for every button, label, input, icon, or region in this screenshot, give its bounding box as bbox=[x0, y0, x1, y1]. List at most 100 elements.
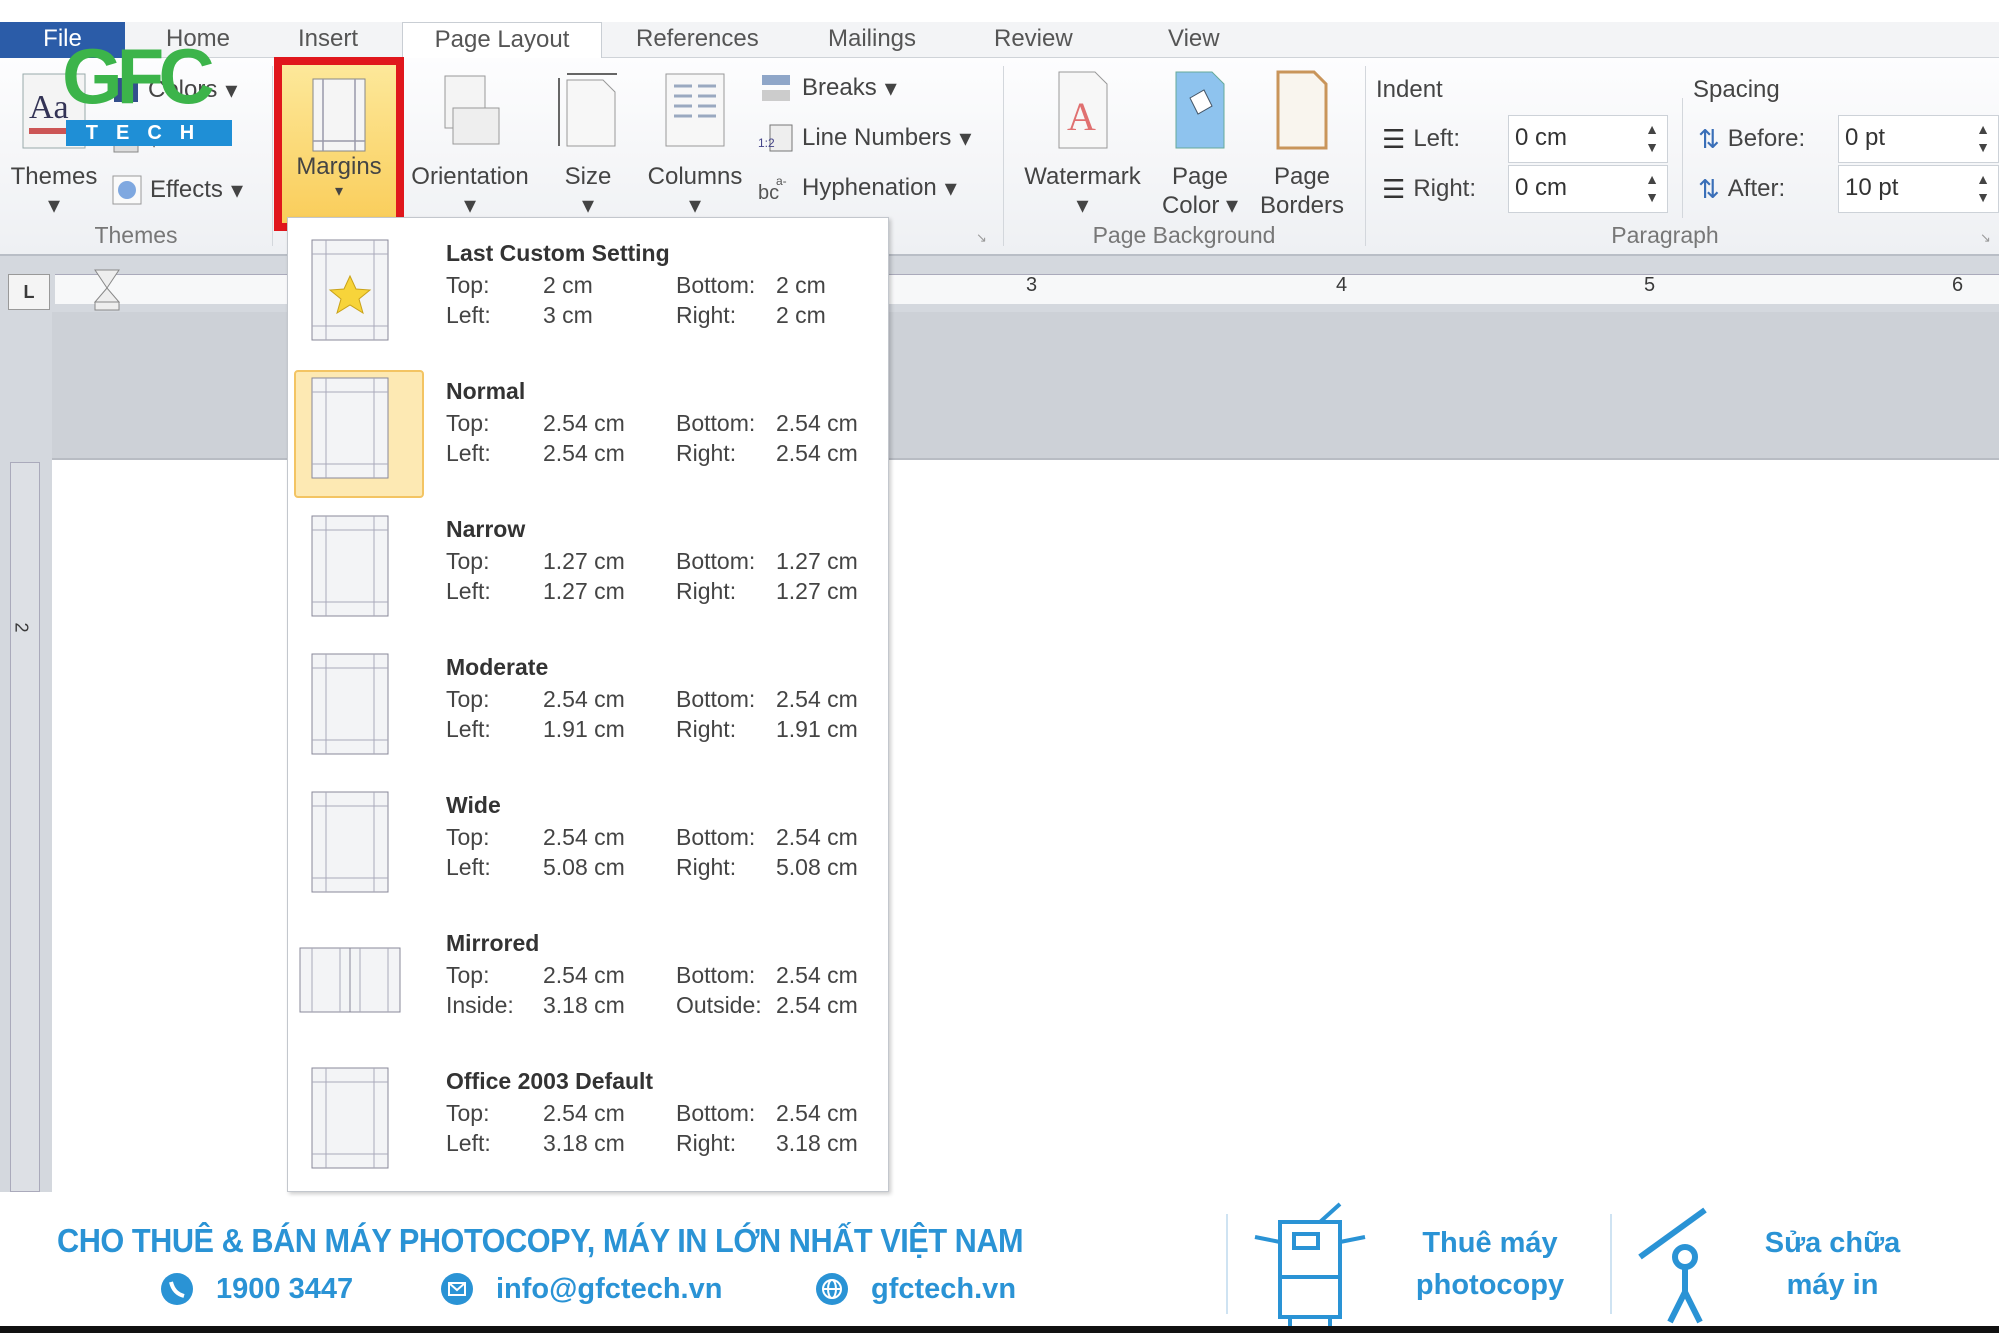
group-divider bbox=[1365, 66, 1366, 246]
option-value: 1.91 cm bbox=[543, 716, 625, 742]
themes-label: Themes bbox=[10, 163, 98, 190]
orientation-icon bbox=[444, 75, 500, 145]
phone-number: 1900 3447 bbox=[216, 1272, 354, 1305]
vertical-ruler-strip bbox=[10, 462, 40, 1192]
paragraph-dialog-launcher-icon[interactable]: ↘ bbox=[1980, 230, 1991, 246]
group-divider bbox=[1003, 66, 1004, 246]
option-value: 1.27 cm bbox=[776, 548, 858, 574]
spinner-arrows-icon[interactable]: ▲ ▼ bbox=[1976, 120, 1990, 156]
tab-page-layout[interactable]: Page Layout bbox=[402, 22, 602, 59]
option-value: 2.54 cm bbox=[776, 1100, 858, 1126]
hyphenation-button[interactable]: bc a- Hyphenation ▾ bbox=[758, 170, 957, 206]
spacing-after-input[interactable]: 10 pt ▲ ▼ bbox=[1838, 165, 1999, 213]
option-label: Top: bbox=[446, 1100, 490, 1126]
tab-references[interactable]: References bbox=[628, 22, 767, 58]
spinner-arrows-icon[interactable]: ▲ ▼ bbox=[1645, 120, 1659, 156]
indent-right-value: 0 cm bbox=[1515, 174, 1568, 201]
breaks-button[interactable]: Breaks ▾ bbox=[758, 70, 897, 106]
option-value: 1.91 cm bbox=[776, 716, 858, 742]
option-value: 2.54 cm bbox=[543, 440, 625, 466]
margin-option-moderate[interactable]: Moderate Top: 2.54 cm Bottom: 2.54 cm Le… bbox=[288, 642, 888, 780]
option-label: Left: bbox=[446, 302, 491, 328]
margins-icon bbox=[312, 78, 366, 152]
watermark-label: Watermark bbox=[1024, 163, 1141, 190]
margin-option-last-custom-setting[interactable]: Last Custom Setting Top: 2 cm Bottom: 2 … bbox=[288, 228, 888, 366]
vertical-ruler[interactable]: 2 bbox=[0, 312, 52, 1192]
option-label: Bottom: bbox=[676, 962, 756, 988]
page-color-label: Page bbox=[1171, 163, 1229, 190]
email-contact[interactable]: info@gfctech.vn bbox=[440, 1272, 722, 1306]
service2-line1: Sửa chữa bbox=[1764, 1227, 1901, 1259]
margins-label: Margins bbox=[296, 153, 382, 180]
hyphenation-label: Hyphenation bbox=[802, 174, 937, 201]
ruler-number: 6 bbox=[1952, 274, 1964, 296]
service1-line2: photocopy bbox=[1415, 1269, 1565, 1301]
page-borders-button[interactable]: Page Borders bbox=[1252, 68, 1352, 220]
tab-mailings[interactable]: Mailings bbox=[820, 22, 924, 58]
line-numbers-label: Line Numbers bbox=[802, 124, 952, 151]
tab-view[interactable]: View bbox=[1160, 22, 1228, 58]
gfc-logo: GFC TECH bbox=[62, 37, 242, 155]
option-value: 2.54 cm bbox=[776, 992, 858, 1018]
option-label: Left: bbox=[446, 716, 491, 742]
size-button[interactable]: Size ▾ bbox=[548, 68, 628, 220]
page-color-button[interactable]: Page Color ▾ bbox=[1158, 68, 1242, 220]
bottom-border bbox=[0, 1326, 1999, 1333]
option-label: Inside: bbox=[446, 992, 514, 1018]
option-label: Top: bbox=[446, 410, 490, 436]
service-photocopy-rental[interactable]: Thuê máy photocopy bbox=[1400, 1222, 1580, 1306]
option-label: Right: bbox=[676, 578, 737, 604]
footer-headline: CHO THUÊ & BÁN MÁY PHOTOCOPY, MÁY IN LỚN… bbox=[57, 1222, 1024, 1259]
indent-marker-icon[interactable] bbox=[92, 268, 122, 312]
service1-line1: Thuê máy bbox=[1422, 1227, 1558, 1259]
option-label: Top: bbox=[446, 686, 490, 712]
page-borders-icon bbox=[1276, 70, 1328, 150]
indent-left-input[interactable]: 0 cm ▲ ▼ bbox=[1508, 115, 1668, 163]
option-label: Bottom: bbox=[676, 686, 756, 712]
spacing-before-label: Before: bbox=[1727, 125, 1806, 152]
chevron-down-icon: ▾ bbox=[334, 183, 344, 200]
spinner-arrows-icon[interactable]: ▲ ▼ bbox=[1645, 170, 1659, 206]
website-contact[interactable]: gfctech.vn bbox=[815, 1272, 1016, 1306]
star-page-icon bbox=[311, 239, 389, 341]
option-label: Outside: bbox=[676, 992, 762, 1018]
columns-button[interactable]: Columns ▾ bbox=[640, 68, 750, 220]
ruler-number: 5 bbox=[1644, 274, 1656, 296]
spacing-before-input[interactable]: 0 pt ▲ ▼ bbox=[1838, 115, 1999, 163]
margin-option-narrow[interactable]: Narrow Top: 1.27 cm Bottom: 1.27 cm Left… bbox=[288, 504, 888, 642]
margin-option-office-2003-default[interactable]: Office 2003 Default Top: 2.54 cm Bottom:… bbox=[288, 1056, 888, 1194]
option-value: 3.18 cm bbox=[543, 1130, 625, 1156]
option-label: Top: bbox=[446, 824, 490, 850]
tab-insert[interactable]: Insert bbox=[290, 22, 366, 58]
margin-option-normal[interactable]: Normal Top: 2.54 cm Bottom: 2.54 cm Left… bbox=[288, 366, 888, 504]
phone-contact[interactable]: 1900 3447 bbox=[160, 1272, 353, 1306]
svg-text:a-: a- bbox=[776, 174, 787, 188]
page-setup-dialog-launcher-icon[interactable]: ↘ bbox=[976, 230, 987, 246]
size-label: Size bbox=[564, 163, 612, 190]
hyphenation-icon: bca- bbox=[758, 174, 787, 203]
indent-right-input[interactable]: 0 cm ▲ ▼ bbox=[1508, 165, 1668, 213]
tab-review[interactable]: Review bbox=[986, 22, 1081, 58]
photocopier-icon bbox=[1254, 1202, 1366, 1327]
margin-option-mirrored[interactable]: Mirrored Top: 2.54 cm Bottom: 2.54 cm In… bbox=[288, 918, 888, 1056]
orientation-button[interactable]: Orientation ▾ bbox=[403, 68, 537, 220]
option-label: Left: bbox=[446, 854, 491, 880]
option-label: Bottom: bbox=[676, 272, 756, 298]
spinner-arrows-icon[interactable]: ▲ ▼ bbox=[1976, 170, 1990, 206]
tab-selector-button[interactable]: L bbox=[8, 274, 50, 310]
margins-button[interactable]: Margins ▾ bbox=[274, 57, 404, 231]
effects-button[interactable]: Effects ▾ bbox=[112, 172, 243, 208]
svg-text:A: A bbox=[1067, 94, 1096, 139]
watermark-button[interactable]: A Watermark ▾ bbox=[1015, 68, 1150, 220]
option-value: 2.54 cm bbox=[543, 1100, 625, 1126]
option-label: Right: bbox=[676, 440, 737, 466]
margin-option-wide[interactable]: Wide Top: 2.54 cm Bottom: 2.54 cm Left: … bbox=[288, 780, 888, 918]
footer-banner: CHO THUÊ & BÁN MÁY PHOTOCOPY, MÁY IN LỚN… bbox=[0, 1192, 1999, 1333]
service2-line2: máy in bbox=[1786, 1269, 1879, 1301]
option-label: Right: bbox=[676, 854, 737, 880]
line-numbers-button[interactable]: 1:2 Line Numbers ▾ bbox=[758, 120, 971, 156]
option-value: 3.18 cm bbox=[543, 992, 625, 1018]
service-printer-repair[interactable]: Sửa chữa máy in bbox=[1745, 1222, 1920, 1306]
ruler-number: 2 bbox=[11, 622, 32, 633]
website-url: gfctech.vn bbox=[871, 1272, 1017, 1305]
